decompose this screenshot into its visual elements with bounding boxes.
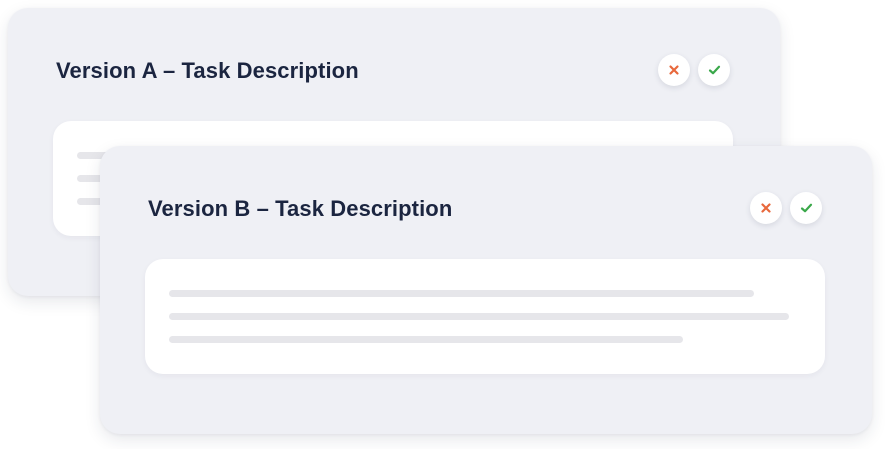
check-icon — [800, 203, 812, 213]
reject-button[interactable] — [658, 54, 690, 86]
close-icon — [761, 203, 771, 213]
accept-button[interactable] — [790, 192, 822, 224]
reject-button[interactable] — [750, 192, 782, 224]
close-icon — [669, 65, 679, 75]
text-placeholder-line — [169, 290, 754, 297]
text-placeholder-line — [169, 336, 683, 343]
description-box — [145, 259, 825, 374]
comparison-stage: Version A – Task Description Version B –… — [0, 0, 885, 449]
version-b-card: Version B – Task Description — [100, 146, 872, 434]
card-actions — [658, 54, 730, 86]
card-title: Version A – Task Description — [56, 58, 359, 83]
card-actions — [750, 192, 822, 224]
check-icon — [708, 65, 720, 75]
accept-button[interactable] — [698, 54, 730, 86]
text-placeholder-line — [169, 313, 789, 320]
card-title: Version B – Task Description — [148, 196, 453, 221]
